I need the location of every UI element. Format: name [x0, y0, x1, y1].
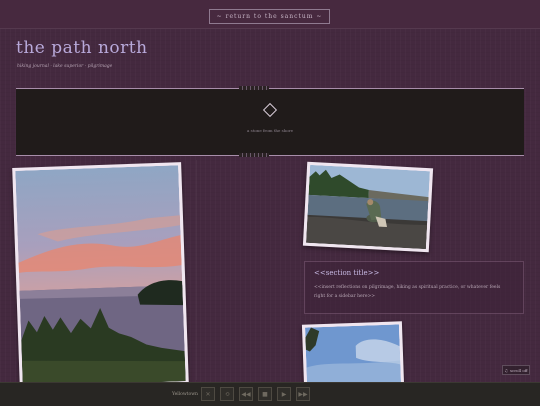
section-text: <<insert reflections on pilgrimage, hiki…: [314, 285, 501, 299]
rewind-icon[interactable]: ⟲: [220, 387, 234, 401]
next-icon[interactable]: ▶▶: [296, 387, 310, 401]
return-to-sanctum-link[interactable]: ~ return to the sanctum ~: [209, 9, 330, 24]
shore-photo[interactable]: [302, 161, 434, 253]
sky-image: [305, 324, 401, 386]
track-title: Yellowtown: [172, 392, 198, 397]
banner-ornament-top: [239, 86, 269, 90]
sunset-lake-photo[interactable]: [12, 162, 189, 390]
stone-banner: [16, 88, 524, 156]
banner-ornament-bottom: [239, 153, 269, 157]
shore-image: [306, 164, 430, 250]
sidebar-section: <<section title>> <<insert reflections o…: [304, 261, 524, 314]
music-note-icon: ♫: [504, 367, 508, 373]
page-subtitle: hiking journal · lake superior · pilgrim…: [17, 64, 113, 69]
music-player-bar: Yellowtown ✕ ⟲ ◀◀ ■ ▶ ▶▶: [0, 382, 540, 406]
stop-icon[interactable]: ■: [258, 387, 272, 401]
previous-icon[interactable]: ◀◀: [239, 387, 253, 401]
top-bar: ~ return to the sanctum ~: [0, 0, 540, 29]
close-icon[interactable]: ✕: [201, 387, 215, 401]
scroll-toggle-label: scroll off: [509, 367, 528, 373]
page-title: the path north: [16, 38, 148, 58]
sunset-lake-image: [15, 165, 186, 387]
sky-photo[interactable]: [301, 321, 405, 389]
section-title: <<section title>>: [314, 269, 380, 277]
column-divider: [196, 160, 197, 380]
banner-caption: a stone from the shore: [247, 128, 293, 133]
scroll-toggle[interactable]: ♫ scroll off: [502, 365, 530, 375]
play-icon[interactable]: ▶: [277, 387, 291, 401]
